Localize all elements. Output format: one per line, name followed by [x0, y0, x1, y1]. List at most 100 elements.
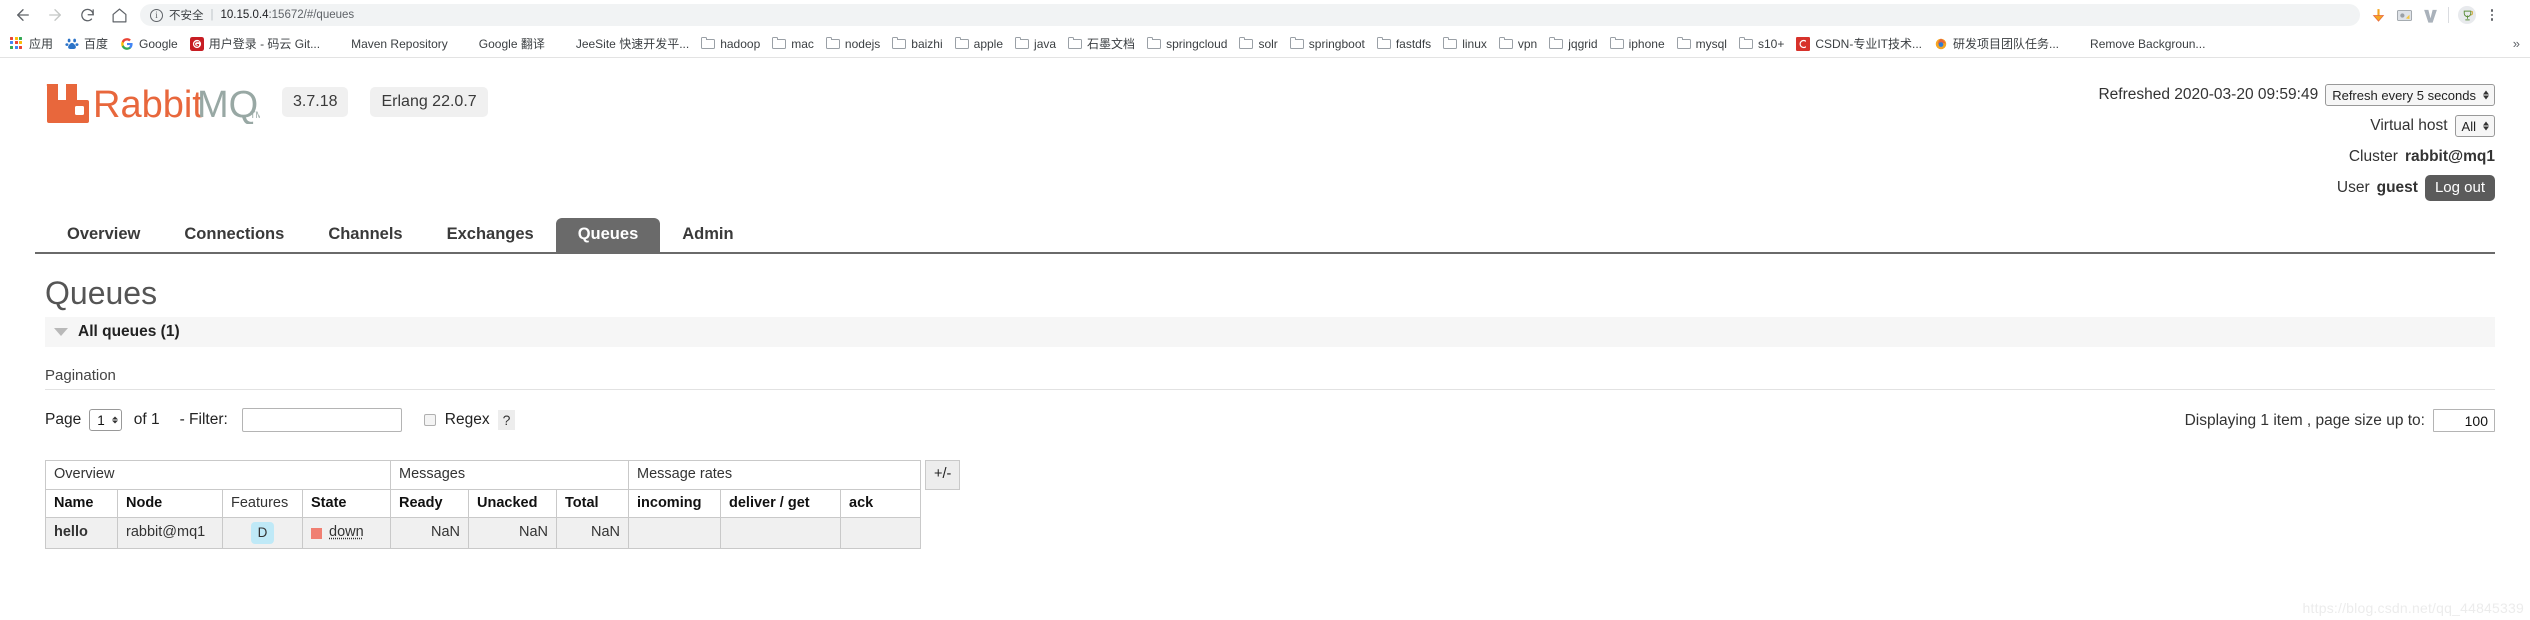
bookmark-folder-s10plus[interactable]: s10+	[1733, 35, 1790, 53]
profile-avatar-icon[interactable]	[2458, 6, 2476, 24]
bookmark-folder-springcloud[interactable]: springcloud	[1141, 35, 1233, 53]
refresh-interval-select[interactable]: Refresh every 5 seconds	[2325, 84, 2495, 106]
rabbitmq-logo[interactable]: Rabbit MQ TM	[45, 80, 260, 124]
bookmark-baidu[interactable]: 百度	[59, 35, 114, 53]
toggle-columns-button[interactable]: +/-	[925, 460, 961, 490]
bookmark-folder-baizhi[interactable]: baizhi	[886, 35, 948, 53]
cell-state: down	[302, 517, 391, 549]
main-navigation-tabs: Overview Connections Channels Exchanges …	[35, 218, 2495, 254]
cell-total: NaN	[556, 517, 629, 549]
reload-icon[interactable]	[72, 2, 102, 28]
firefox-icon	[1934, 37, 1948, 51]
bookmark-label: springcloud	[1166, 36, 1228, 51]
back-arrow-icon[interactable]	[8, 2, 38, 28]
bookmark-folder-mysql[interactable]: mysql	[1671, 35, 1733, 53]
bookmark-folder-apple[interactable]: apple	[949, 35, 1009, 53]
vhost-select[interactable]: All	[2454, 115, 2495, 137]
bookmark-folder-vpn[interactable]: vpn	[1493, 35, 1543, 53]
bookmark-google[interactable]: Google	[114, 35, 184, 53]
table-column-header-row: Name Node Features State Ready Unacked T…	[45, 488, 921, 519]
all-queues-section-header[interactable]: All queues (1)	[45, 317, 2495, 348]
column-header-ready[interactable]: Ready	[390, 488, 469, 519]
filter-input[interactable]	[241, 408, 402, 433]
state-value[interactable]: down	[329, 523, 364, 543]
bookmark-jeesite[interactable]: JeeSite 快速开发平...	[551, 35, 695, 53]
folder-icon	[701, 36, 716, 51]
site-info-icon[interactable]: i	[150, 8, 163, 22]
bookmark-folder-mac[interactable]: mac	[766, 35, 820, 53]
page-size-input[interactable]	[2433, 409, 2495, 433]
bookmark-folder-shimo-docs[interactable]: 石墨文档	[1062, 35, 1141, 53]
tab-channels[interactable]: Channels	[306, 218, 424, 252]
omnibox-separator: |	[210, 9, 214, 21]
regex-help-icon[interactable]: ?	[497, 410, 516, 431]
column-header-node[interactable]: Node	[117, 488, 223, 519]
globe-icon	[332, 37, 346, 51]
logout-button[interactable]: Log out	[2424, 175, 2495, 201]
screenshot-extension-icon[interactable]	[2396, 7, 2413, 24]
watermark-text: https://blog.csdn.net/qq_44845339	[2302, 600, 2524, 616]
folder-icon	[1015, 36, 1030, 51]
address-bar[interactable]: i 不安全 | 10.15.0.4:15672/#/queues	[140, 4, 2360, 26]
bookmark-apps[interactable]: 应用	[4, 35, 59, 53]
bookmarks-overflow-icon[interactable]: »	[2513, 36, 2526, 51]
tab-queues[interactable]: Queues	[555, 218, 661, 252]
user-value: guest	[2376, 179, 2418, 197]
tab-connections[interactable]: Connections	[162, 218, 306, 252]
bookmark-label: linux	[1462, 36, 1487, 51]
folder-icon	[892, 36, 907, 51]
column-header-deliver-get[interactable]: deliver / get	[720, 488, 841, 519]
tab-exchanges[interactable]: Exchanges	[425, 218, 556, 252]
bookmark-project-team-tasks[interactable]: 研发项目团队任务...	[1928, 35, 2065, 53]
column-header-total[interactable]: Total	[556, 488, 629, 519]
bookmark-folder-jqgrid[interactable]: jqgrid	[1543, 35, 1603, 53]
cell-queue-name[interactable]: hello	[45, 517, 118, 549]
bookmark-folder-linux[interactable]: linux	[1437, 35, 1493, 53]
bookmark-folder-solr[interactable]: solr	[1233, 35, 1283, 53]
toolbar-extensions	[2366, 6, 2499, 24]
chrome-menu-icon[interactable]	[2485, 9, 2499, 21]
rabbitmq-logo-icon: Rabbit MQ TM	[46, 84, 260, 124]
forward-arrow-icon[interactable]	[40, 2, 70, 28]
google-icon	[120, 37, 134, 51]
cell-ack	[840, 517, 921, 549]
cell-features: D	[222, 517, 303, 549]
column-header-state[interactable]: State	[302, 488, 391, 519]
regex-checkbox[interactable]	[423, 414, 436, 427]
group-header-message-rates: Message rates	[628, 460, 921, 490]
column-header-incoming[interactable]: incoming	[628, 488, 721, 519]
tab-admin[interactable]: Admin	[660, 218, 755, 252]
vimium-extension-icon[interactable]	[2422, 7, 2439, 24]
bookmark-csdn[interactable]: CSDN-专业IT技术...	[1790, 35, 1928, 53]
bookmark-remove-background[interactable]: Remove Backgroun...	[2065, 35, 2211, 53]
bookmark-folder-fastdfs[interactable]: fastdfs	[1371, 35, 1437, 53]
bookmark-folder-iphone[interactable]: iphone	[1604, 35, 1671, 53]
download-arrow-icon[interactable]	[2370, 7, 2387, 24]
feature-durable-badge: D	[250, 522, 275, 544]
brand-block: Rabbit MQ TM 3.7.18 Erlang 22.0.7	[35, 80, 488, 124]
tab-overview[interactable]: Overview	[45, 218, 162, 252]
page-label: Page	[45, 411, 82, 429]
column-header-unacked[interactable]: Unacked	[468, 488, 557, 519]
vhost-row: Virtual host All	[2098, 115, 2495, 137]
apps-grid-icon	[10, 36, 24, 51]
bookmark-label: iphone	[1628, 36, 1665, 51]
bookmark-folder-nodejs[interactable]: nodejs	[820, 35, 886, 53]
state-indicator-icon	[311, 527, 322, 539]
column-header-ack[interactable]: ack	[840, 488, 921, 519]
cell-node: rabbit@mq1	[117, 517, 223, 549]
page-number-stepper[interactable]: 1	[89, 409, 122, 432]
bookmark-folder-springboot[interactable]: springboot	[1284, 35, 1371, 53]
bookmark-gitee[interactable]: 用户登录 - 码云 Git...	[184, 35, 326, 53]
page-count-label: of 1	[133, 411, 160, 429]
bookmark-maven-repository[interactable]: Maven Repository	[326, 35, 454, 53]
bookmark-google-translate[interactable]: Google 翻译	[454, 35, 551, 53]
bookmark-folder-hadoop[interactable]: hadoop	[695, 35, 766, 53]
home-icon[interactable]	[104, 2, 134, 28]
bookmark-folder-java[interactable]: java	[1009, 35, 1062, 53]
column-header-features[interactable]: Features	[222, 488, 303, 519]
folder-icon	[1289, 36, 1304, 51]
column-header-name[interactable]: Name	[45, 488, 118, 519]
url-host: 10.15.0.4	[220, 9, 269, 21]
bookmark-label: vpn	[1517, 36, 1538, 51]
